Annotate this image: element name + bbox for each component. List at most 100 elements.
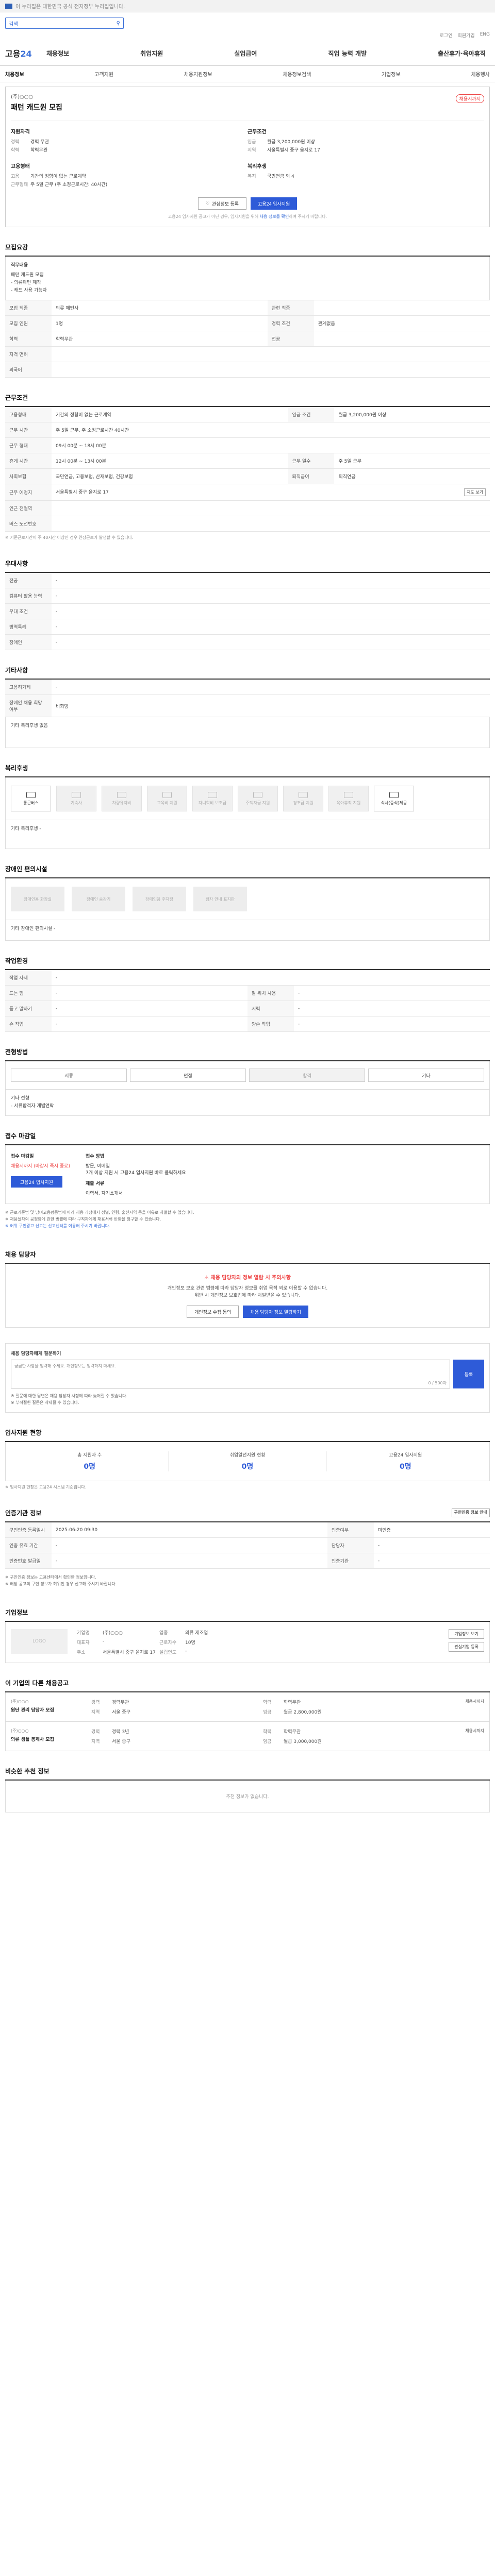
etc-section: 기타사항 고용허가제 - 장애인 채용 희망 여부 비희망 기타 복리후생 없음 — [5, 666, 490, 748]
list-item[interactable]: (주)○○○ 원단 관리 담당자 모집 경력 경력무관 학력 학력무관 지역 서울 중구… — [5, 1692, 490, 1722]
lnb-1[interactable]: 고객지원 — [94, 70, 113, 78]
status-section: 입사지원 현황 총 지원자 수 0명 취업알선지원 현황 0명 고용24 입사지원 0… — [5, 1428, 490, 1493]
dis-braille: 점자 안내 표지판 — [193, 887, 247, 911]
search-input[interactable]: 검색 ⚲ — [5, 18, 124, 29]
lnb-3[interactable]: 채용정보검색 — [283, 70, 311, 78]
welfare-section: 복리후생 통근버스 기숙사 차량유지비 교육비 지원 자녀학비 보조금 주택자금… — [5, 764, 490, 849]
gift-icon — [299, 791, 308, 798]
welfare-meal: 식사(중식)제공 — [374, 786, 414, 811]
dis-parking: 장애인용 주차장 — [133, 887, 186, 911]
similar-section: 비슷한 추천 정보 추천 정보가 없습니다. — [5, 1767, 490, 1812]
info-section: 인증기관 정보 구인인증 정보 안내 구인인증 등록일시 2025-06-20 09… — [5, 1509, 490, 1592]
welfare-dorm: 기숙사 — [56, 786, 96, 811]
view-contact-button[interactable]: 채용 담당자 정보 열람하기 — [243, 1306, 308, 1318]
company-section: 기업정보 LOGO 기업명 (주)○○○ 업종 의류 제조업 대표자 - 근로자수 10… — [5, 1608, 490, 1663]
company-view-button[interactable]: 기업정보 보기 — [449, 1629, 484, 1639]
preferred-section: 우대사항 전공 - 컴퓨터 활용 능력 - 우대 조건 - 병역특례 - 장애인 - — [5, 559, 490, 650]
job-title: 패턴 캐드원 모집 — [11, 104, 62, 112]
car-icon — [117, 791, 126, 798]
inquiry-box: 채용 담당자에게 질문하기 궁금한 사항을 입력해 주세요. 개인정보는 입력하… — [5, 1343, 490, 1413]
inquiry-submit-button[interactable]: 등록 — [453, 1360, 484, 1388]
search-icon[interactable]: ⚲ — [117, 21, 120, 26]
company-fav-button[interactable]: 관심기업 등록 — [449, 1642, 484, 1652]
duty-box: 직무내용 패턴 캐드원 모집 - 의류패턴 제작 - 캐드 사용 가능자 — [5, 257, 490, 300]
lnb-0[interactable]: 채용정보 — [5, 70, 24, 78]
recruit-table: 모집 직종 의류 패턴사 관련 직종 모집 인원 1명 경력 조건 관계없음 학력 학력무관… — [5, 300, 490, 378]
building-icon — [72, 791, 81, 798]
section-title: 모집요강 — [5, 243, 490, 257]
company-info: 기업명 (주)○○○ 업종 의류 제조업 대표자 - 근로자수 10명 주소 서울특별시 … — [77, 1631, 208, 1655]
gnb-unemployment[interactable]: 실업급여 — [234, 49, 257, 58]
meal-icon — [389, 791, 399, 798]
etc-extra: 기타 복리후생 없음 — [5, 717, 490, 748]
heart-icon: ♡ — [205, 200, 210, 206]
info-table: 구인인증 등록일시 2025-06-20 09:30 인증여부 미인증 인증 유효 기… — [5, 1522, 490, 1569]
step-etc: 기타 — [368, 1069, 484, 1082]
bus-icon — [26, 791, 36, 798]
welfare-edu: 교육비 지원 — [147, 786, 187, 811]
job-summary: (주)○○○ 패턴 캐드원 모집 채용시까지 지원자격 경력 경력 무관 학력 학력… — [5, 87, 490, 227]
lnb-2[interactable]: 채용지원정보 — [184, 70, 212, 78]
step-doc: 서류 — [11, 1069, 127, 1082]
apply-section: 접수 마감일 접수 마감일 채용시까지 (마감시 즉시 종료) 고용24 입사지… — [5, 1131, 490, 1234]
inquiry-textarea[interactable]: 궁금한 사항을 입력해 주세요. 개인정보는 입력하지 마세요. 0 / 500… — [11, 1360, 450, 1388]
stat-online: 고용24 입사지원 0명 — [389, 1453, 422, 1471]
util-login[interactable]: 로그인 — [440, 32, 453, 39]
consent-button[interactable]: 개인정보 수집 동의 — [187, 1306, 239, 1318]
char-count: 0 / 500자 — [428, 1381, 447, 1385]
disability-section: 장애인 편의시설 장애인용 화장실 장애인 승강기 장애인용 주차장 점자 안내… — [5, 865, 490, 941]
welfare-extra: 기타 복리후생 - — [5, 820, 490, 849]
warning-icon: ⚠ — [204, 1275, 209, 1281]
lnb-4[interactable]: 기업정보 — [382, 70, 401, 78]
process-extra: 기타 전형 - 서류합격자 개별연락 — [5, 1090, 490, 1116]
condition-col: 근무조건 임금 월급 3,200,000원 이상 지역 서울특별시 중구 을지로 1… — [248, 129, 320, 179]
company-box: LOGO 기업명 (주)○○○ 업종 의류 제조업 대표자 - 근로자수 10명 주소 서… — [5, 1622, 490, 1663]
welfare-grid: 통근버스 기숙사 차량유지비 교육비 지원 자녀학비 보조금 주택자금 지원 경… — [5, 777, 490, 820]
apply-button-bottom[interactable]: 고용24 입사지원 — [11, 1176, 62, 1188]
dis-elevator: 장애인 승강기 — [72, 887, 125, 911]
gnb-leave[interactable]: 출산휴가·육아휴직 — [438, 49, 486, 58]
warning-list: ※ 근로기준법 및 남녀고용평등법에 따라 채용 과정에서 성별, 연령, 출신… — [5, 1210, 194, 1228]
apply-box: 접수 마감일 채용시까지 (마감시 즉시 종료) 고용24 입사지원 접수 방법… — [5, 1145, 490, 1204]
qualification-col: 지원자격 경력 경력 무관 학력 학력무관 고용형태 고용 기간의 정함이 없는 근로… — [11, 129, 108, 188]
status-stats: 총 지원자 수 0명 취업알선지원 현황 0명 고용24 입사지원 0명 — [5, 1442, 490, 1481]
site-logo[interactable]: 고용24 — [5, 47, 46, 59]
welfare-leave: 육아휴직 지원 — [328, 786, 369, 811]
list-item[interactable]: (주)○○○ 의류 샘플 봉제사 모집 경력 경력 3년 학력 학력무관 지역 서울 중… — [5, 1722, 490, 1751]
util-links: 로그인 회원가입 ENG — [0, 31, 495, 40]
step-pass: 합격 — [249, 1069, 365, 1082]
disability-extra: 기타 장애인 편의시설 - — [5, 920, 490, 941]
inquiry-section: 채용 담당자에게 질문하기 궁금한 사항을 입력해 주세요. 개인정보는 입력하… — [5, 1343, 490, 1413]
welfare-child: 자녀학비 보조금 — [192, 786, 233, 811]
gnb-training[interactable]: 직업 능력 개발 — [328, 49, 367, 58]
lnb-5[interactable]: 채용행사 — [471, 70, 490, 78]
util-signup[interactable]: 회원가입 — [457, 32, 474, 39]
apply-notice: 고용24 입사지원 공고가 아닌 경우, 입사지원을 위해 채용 정보를 확인하… — [168, 214, 327, 219]
book-icon — [162, 791, 172, 798]
cert-info-button[interactable]: 구인인증 정보 안내 — [451, 1509, 490, 1517]
process-steps: 서류 면접 합격 기타 — [5, 1061, 490, 1090]
step-interview: 면접 — [130, 1069, 246, 1082]
gnb-jobs[interactable]: 채용정보 — [46, 49, 69, 58]
apply-button[interactable]: 고용24 입사지원 — [251, 197, 298, 210]
recruit-section: 모집요강 직무내용 패턴 캐드원 모집 - 의류패턴 제작 - 캐드 사용 가능… — [5, 243, 490, 378]
stat-total: 총 지원자 수 0명 — [11, 1451, 169, 1471]
local-nav: 채용정보 고객지원 채용지원정보 채용정보검색 기업정보 채용행사 — [0, 66, 495, 82]
gnb-support[interactable]: 취업지원 — [140, 49, 163, 58]
conditions-section: 근무조건 고용형태 기간의 정함이 없는 근로계약 임금 조건 월급 3,200,00… — [5, 393, 490, 544]
welfare-bus: 통근버스 — [11, 786, 51, 811]
recommend-section: 이 기업의 다른 채용공고 (주)○○○ 원단 관리 담당자 모집 경력 경력무관 … — [5, 1679, 490, 1751]
company-logo: LOGO — [11, 1629, 68, 1654]
scrap-button[interactable]: ♡ 관심정보 등록 — [197, 197, 247, 210]
stat-referral: 취업알선지원 현황 0명 — [169, 1451, 327, 1471]
flag-icon — [5, 3, 12, 9]
util-eng[interactable]: ENG — [480, 32, 490, 39]
welfare-gift: 경조금 지원 — [283, 786, 323, 811]
contact-section: 채용 담당자 ⚠ 채용 담당자의 정보 열람 시 주의사항 개인정보 보호 관련… — [5, 1250, 490, 1328]
preferred-table: 전공 - 컴퓨터 활용 능력 - 우대 조건 - 병역특례 - 장애인 - — [5, 573, 490, 650]
map-button[interactable]: 지도 보기 — [464, 488, 486, 496]
child-icon — [208, 791, 217, 798]
notice-link[interactable]: 채용 정보를 확인 — [260, 214, 289, 219]
gov-notice-text: 이 누리집은 대한민국 공식 전자정부 누리집입니다. — [15, 4, 125, 10]
disability-grid: 장애인용 화장실 장애인 승강기 장애인용 주차장 점자 안내 표지판 — [5, 878, 490, 920]
